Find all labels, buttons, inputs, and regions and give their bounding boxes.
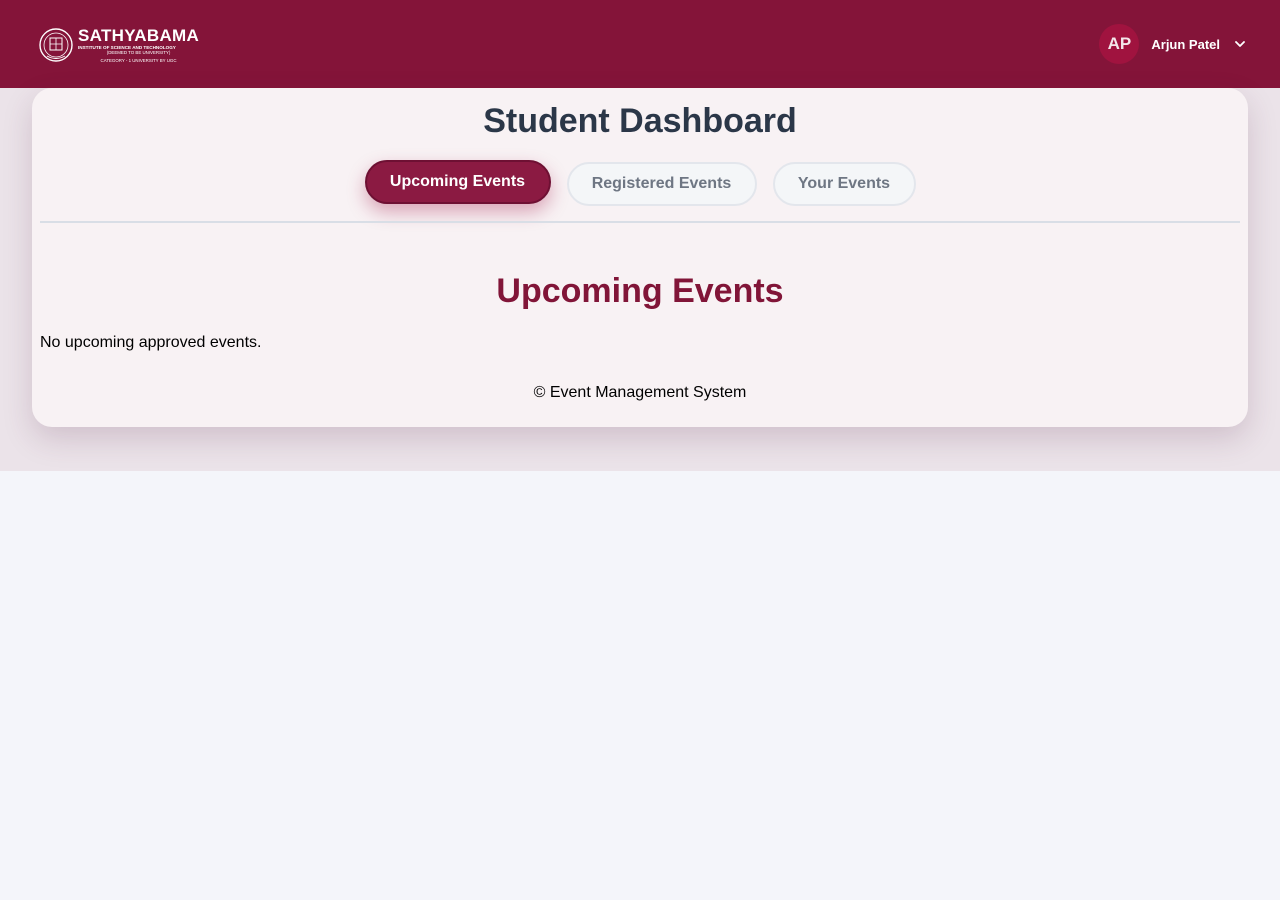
tab-your-events[interactable]: Your Events xyxy=(772,162,916,206)
top-navbar: SATHYABAMA INSTITUTE OF SCIENCE AND TECH… xyxy=(0,0,1280,88)
section-title: Upcoming Events xyxy=(496,272,784,310)
tab-registered-events[interactable]: Registered Events xyxy=(566,162,757,206)
divider xyxy=(40,221,1240,223)
tab-bar: Upcoming Events Registered Events Your E… xyxy=(32,160,1248,206)
logo-subtitle-3: CATEGORY - 1 UNIVERSITY BY UGC xyxy=(100,57,177,63)
footer-text: © Event Management System xyxy=(533,384,747,401)
user-name[interactable]: Arjun Patel xyxy=(1151,37,1220,52)
university-seal-icon xyxy=(39,28,73,62)
logo-subtitle-2: (DEEMED TO BE UNIVERSITY) xyxy=(106,50,171,56)
tab-upcoming-events[interactable]: Upcoming Events xyxy=(364,160,551,204)
university-logo[interactable]: SATHYABAMA INSTITUTE OF SCIENCE AND TECH… xyxy=(38,24,214,66)
user-menu[interactable]: AP Arjun Patel xyxy=(1099,24,1246,64)
dashboard-card: Student Dashboard Upcoming Events Regist… xyxy=(32,88,1248,427)
logo-name: SATHYABAMA xyxy=(78,25,200,45)
avatar[interactable]: AP xyxy=(1099,24,1140,64)
empty-state-message: No upcoming approved events. xyxy=(40,334,262,351)
page-title: Student Dashboard xyxy=(483,102,797,140)
chevron-down-icon[interactable] xyxy=(1234,38,1246,50)
